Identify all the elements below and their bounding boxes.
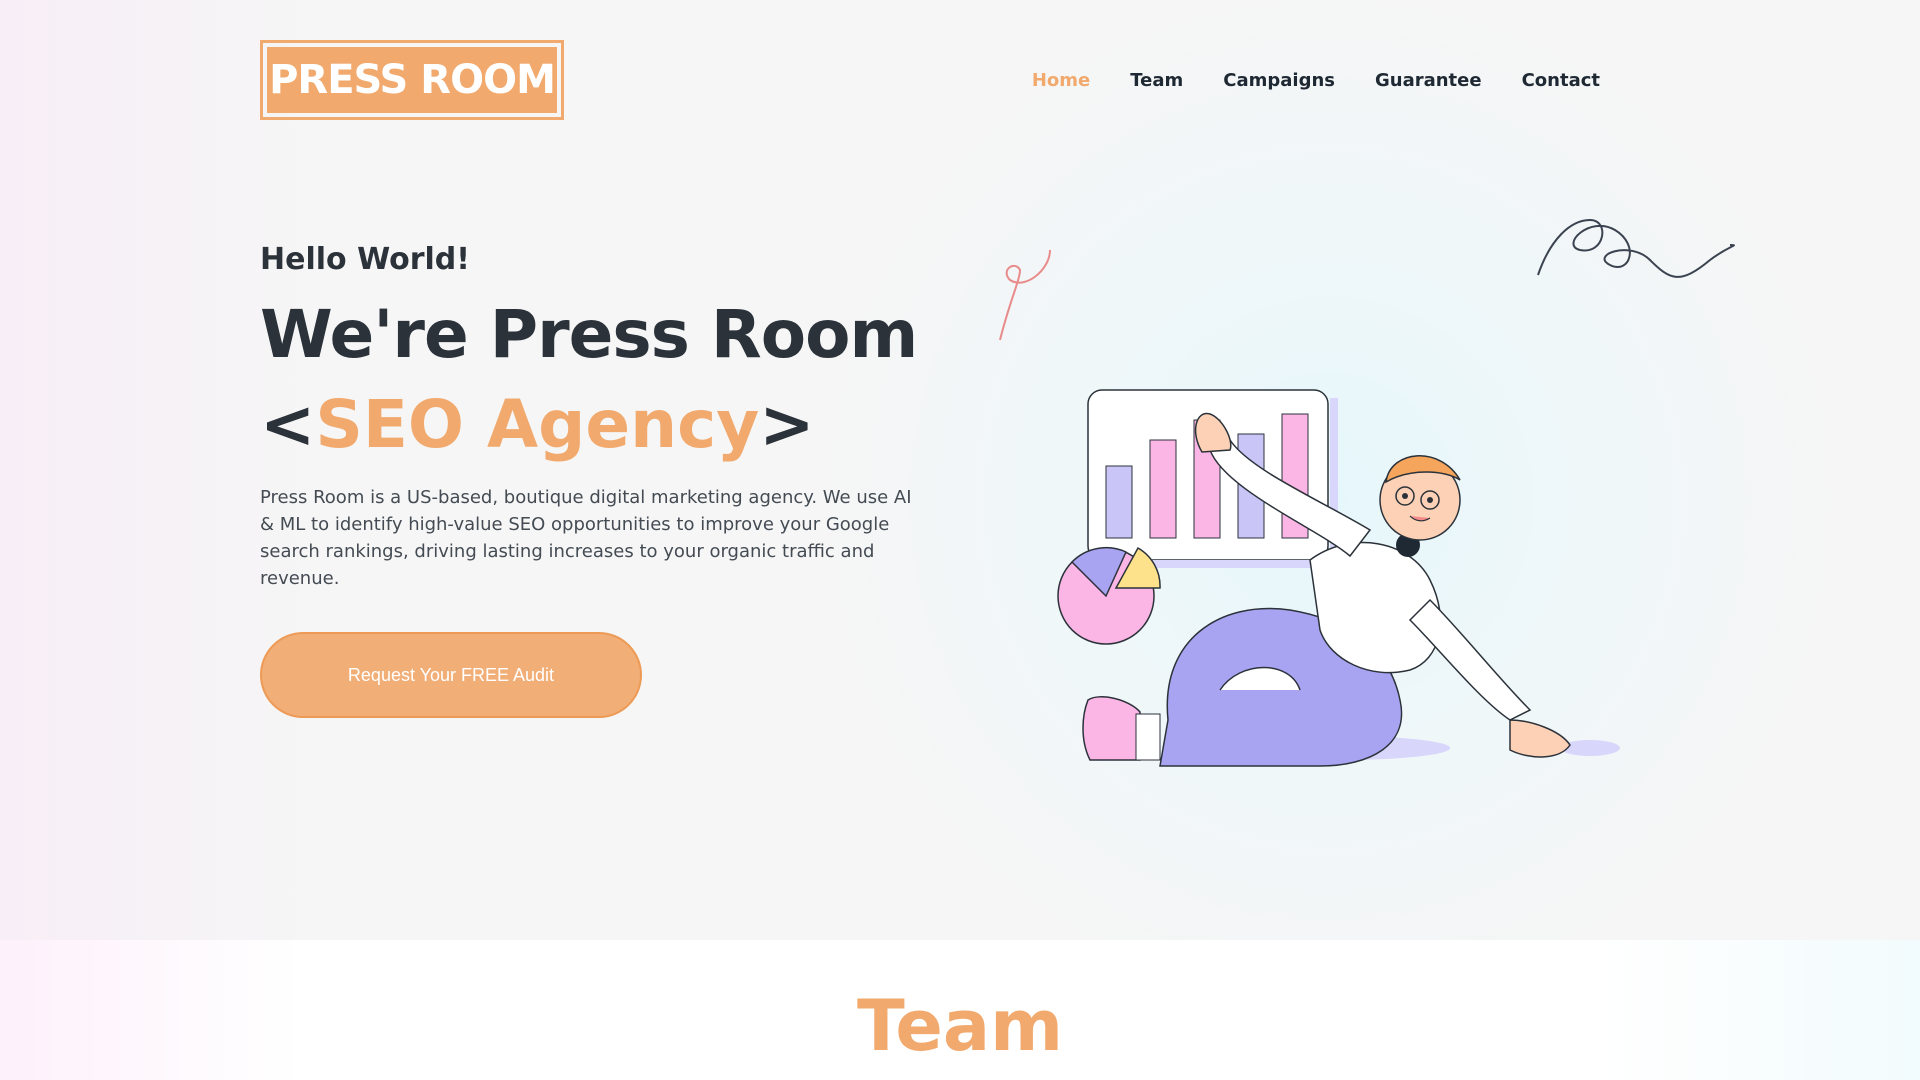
sub-prefix: < (260, 386, 316, 463)
hero-description: Press Room is a US-based, boutique digit… (260, 487, 912, 589)
request-audit-button[interactable]: Request Your FREE Audit (260, 632, 642, 718)
person-presenting-chart-illustration (999, 218, 1735, 767)
logo-text: PRESS ROOM (267, 47, 557, 113)
main-nav: Home Team Campaigns Guarantee Contact (1032, 70, 1600, 91)
logo[interactable]: PRESS ROOM (260, 40, 564, 120)
nav-contact[interactable]: Contact (1522, 70, 1600, 91)
team-heading: Team (856, 985, 1064, 1067)
hero-subheadline: <SEO Agency> (260, 386, 815, 463)
hero-greeting: Hello World! (260, 242, 470, 277)
chart-bar-2 (1149, 439, 1177, 539)
nav-team[interactable]: Team (1130, 70, 1183, 91)
sub-suffix: > (759, 386, 815, 463)
nav-home[interactable]: Home (1032, 70, 1090, 91)
hero-section: PRESS ROOM Home Team Campaigns Guarantee… (0, 0, 1920, 940)
nav-guarantee[interactable]: Guarantee (1375, 70, 1482, 91)
squiggle-pink-decoration (999, 249, 1051, 341)
hero-headline: We're Press Room (260, 296, 918, 373)
hand-lower (1509, 719, 1571, 758)
sub-accent: SEO Agency (315, 386, 760, 463)
shoe (1082, 696, 1141, 761)
chart-bar-1 (1105, 465, 1133, 539)
squiggle-dark-decoration (1537, 218, 1735, 278)
nav-campaigns[interactable]: Campaigns (1223, 70, 1335, 91)
lower-arm (1408, 598, 1532, 721)
